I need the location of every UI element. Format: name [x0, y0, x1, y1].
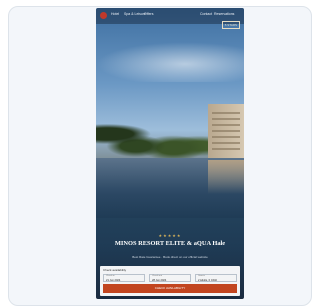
palm-trees — [96, 118, 210, 158]
guests-label: Guests — [198, 275, 205, 277]
checkin-label: Check-in — [106, 275, 115, 277]
sky-clouds — [96, 42, 244, 82]
nav-link-spa[interactable]: Spa & Leisure — [124, 12, 146, 16]
building-reflection — [208, 160, 244, 194]
hotel-page-screenshot: Hotel Spa & Leisure Offers Contact Reser… — [96, 8, 244, 299]
nav-link-reservations[interactable]: Reservations — [214, 12, 234, 16]
nav-link-contact[interactable]: Contact — [200, 12, 212, 16]
booking-heading: Check availability — [103, 268, 127, 272]
checkout-field[interactable]: Check-out 28 Jun 2024 — [149, 274, 191, 282]
checkin-value: 21 Jun 2024 — [106, 278, 121, 282]
guests-field[interactable]: Guests 2 Adults, 0 Child — [195, 274, 237, 282]
checkout-label: Check-out — [152, 275, 162, 277]
nav-link-offers[interactable]: Offers — [144, 12, 153, 16]
resort-building — [208, 104, 244, 158]
star-rating-badge: 5 STARS — [221, 21, 240, 29]
guests-value: 2 Adults, 0 Child — [198, 278, 217, 282]
nav-link-hotel[interactable]: Hotel — [111, 12, 119, 16]
booking-widget: Check availability Check-in 21 Jun 2024 … — [100, 266, 240, 296]
check-availability-button[interactable]: CHECK AVAILABILITY — [103, 284, 237, 293]
checkout-value: 28 Jun 2024 — [152, 278, 167, 282]
checkin-field[interactable]: Check-in 21 Jun 2024 — [103, 274, 145, 282]
hotel-stars-icon: ★★★★★ — [158, 233, 182, 238]
hotel-logo-icon[interactable] — [100, 12, 107, 19]
hotel-title: MINOS RESORT ELITE & aQUA Hale — [114, 240, 226, 247]
hero-subtitle: Best Rate Guarantee · Book direct on our… — [132, 255, 208, 259]
